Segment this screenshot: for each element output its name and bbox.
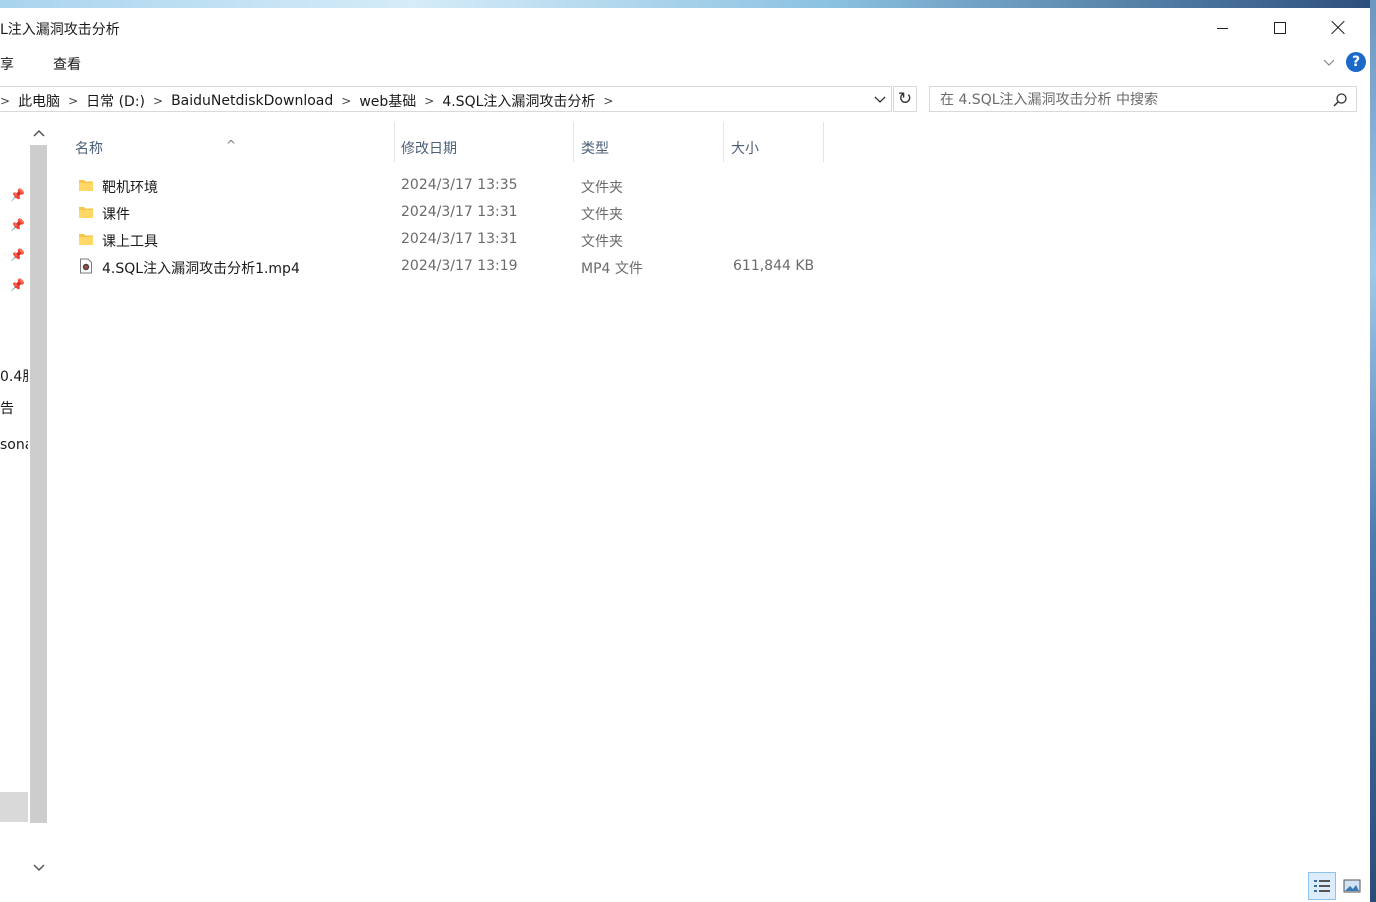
breadcrumb: > 此电脑 > 日常 (D:) > BaiduNetdiskDownload >…: [0, 91, 621, 111]
minimize-icon: [1216, 27, 1228, 29]
pin-icon: 📌: [10, 188, 25, 202]
search-box[interactable]: [929, 86, 1357, 112]
nav-scrollbar[interactable]: [28, 122, 49, 882]
file-date: 2024/3/17 13:19: [401, 258, 518, 274]
column-header-type-label: 类型: [581, 141, 609, 157]
file-list: ^ 名称 修改日期 类型 大小 靶机环境 2024/3/17 13:35 文件夹: [62, 122, 962, 882]
window-title: L注入漏洞攻击分析: [0, 22, 120, 38]
nav-item[interactable]: sona: [0, 437, 30, 453]
scroll-down-button[interactable]: [28, 857, 49, 878]
breadcrumb-baidu-download[interactable]: BaiduNetdiskDownload: [171, 93, 333, 109]
tab-share[interactable]: 享: [0, 54, 14, 74]
search-icon[interactable]: [1332, 92, 1348, 108]
breadcrumb-separator-icon[interactable]: >: [0, 94, 18, 108]
scrollbar-thumb[interactable]: [30, 145, 47, 823]
column-header-name[interactable]: ^ 名称: [62, 122, 394, 162]
file-date: 2024/3/17 13:31: [401, 231, 518, 247]
refresh-button[interactable]: ↻: [893, 86, 917, 112]
file-name: 课上工具: [102, 234, 158, 250]
chevron-down-icon: [32, 863, 45, 871]
file-row[interactable]: 课上工具 2024/3/17 13:31 文件夹: [62, 226, 822, 253]
close-button[interactable]: [1309, 8, 1367, 48]
address-bar[interactable]: > 此电脑 > 日常 (D:) > BaiduNetdiskDownload >…: [0, 86, 892, 112]
search-input[interactable]: [938, 90, 1322, 110]
breadcrumb-current-folder[interactable]: 4.SQL注入漏洞攻击分析: [442, 91, 595, 111]
help-button[interactable]: ?: [1346, 52, 1366, 72]
title-bar[interactable]: L注入漏洞攻击分析: [0, 8, 1370, 48]
navigation-pane: 📌 📌 📌 📌 0.4肌 告 sona: [0, 122, 30, 882]
column-header-date[interactable]: 修改日期: [395, 122, 573, 162]
breadcrumb-separator-icon[interactable]: >: [145, 94, 171, 108]
ribbon-tabs: 享 查看 ?: [0, 48, 1370, 78]
nav-item[interactable]: 0.4肌: [0, 366, 30, 386]
file-name: 课件: [102, 207, 130, 223]
file-name: 靶机环境: [102, 180, 158, 196]
close-icon: [1331, 21, 1345, 35]
file-size: 611,844 KB: [733, 258, 815, 274]
column-header-date-label: 修改日期: [401, 141, 457, 157]
folder-icon: [79, 180, 93, 191]
nav-item[interactable]: 告: [0, 398, 30, 418]
file-row[interactable]: 靶机环境 2024/3/17 13:35 文件夹: [62, 172, 822, 199]
large-icons-view-icon: [1343, 879, 1361, 893]
breadcrumb-separator-icon[interactable]: >: [416, 94, 442, 108]
breadcrumb-separator-icon[interactable]: >: [333, 94, 359, 108]
column-header-size[interactable]: 大小: [724, 122, 823, 162]
scroll-up-button[interactable]: [28, 122, 49, 143]
refresh-icon: ↻: [897, 89, 913, 109]
column-divider[interactable]: [823, 122, 824, 162]
address-history-dropdown-icon[interactable]: [873, 94, 887, 106]
tab-view[interactable]: 查看: [53, 54, 81, 74]
file-date: 2024/3/17 13:35: [401, 177, 518, 193]
desktop-background-right: [1370, 0, 1376, 902]
folder-icon: [79, 234, 93, 245]
maximize-icon: [1274, 22, 1286, 34]
minimize-button[interactable]: [1193, 8, 1251, 48]
maximize-button[interactable]: [1251, 8, 1309, 48]
file-row[interactable]: 课件 2024/3/17 13:31 文件夹: [62, 199, 822, 226]
pin-icon: 📌: [10, 248, 25, 262]
file-row[interactable]: 4.SQL注入漏洞攻击分析1.mp4 2024/3/17 13:19 MP4 文…: [62, 253, 822, 280]
folder-icon: [79, 207, 93, 218]
breadcrumb-drive-d[interactable]: 日常 (D:): [86, 91, 145, 111]
breadcrumb-this-pc[interactable]: 此电脑: [18, 91, 60, 111]
nav-item-selected[interactable]: [0, 792, 28, 822]
chevron-up-icon: [32, 129, 45, 137]
file-type: 文件夹: [581, 207, 623, 223]
details-view-button[interactable]: [1308, 872, 1336, 900]
details-view-icon: [1314, 880, 1330, 892]
file-explorer-window: L注入漏洞攻击分析 享 查看 ? > 此电脑 > 日常 (D:) > Baidu: [0, 8, 1370, 902]
pin-icon: 📌: [10, 218, 25, 232]
video-file-icon: [80, 258, 92, 274]
large-icons-view-button[interactable]: [1338, 872, 1366, 900]
file-type: 文件夹: [581, 234, 623, 250]
column-header-name-label: 名称: [75, 141, 103, 157]
sort-ascending-icon: ^: [226, 138, 237, 152]
file-name: 4.SQL注入漏洞攻击分析1.mp4: [102, 261, 300, 277]
chevron-down-icon[interactable]: [1322, 57, 1336, 69]
breadcrumb-separator-icon[interactable]: >: [595, 94, 621, 108]
pin-icon: 📌: [10, 278, 25, 292]
breadcrumb-separator-icon[interactable]: >: [60, 94, 86, 108]
address-row: > 此电脑 > 日常 (D:) > BaiduNetdiskDownload >…: [0, 86, 1370, 116]
column-header-size-label: 大小: [731, 141, 759, 157]
file-type: MP4 文件: [581, 261, 643, 277]
file-date: 2024/3/17 13:31: [401, 204, 518, 220]
file-type: 文件夹: [581, 180, 623, 196]
breadcrumb-web-basics[interactable]: web基础: [359, 91, 416, 111]
column-header-type[interactable]: 类型: [574, 122, 723, 162]
